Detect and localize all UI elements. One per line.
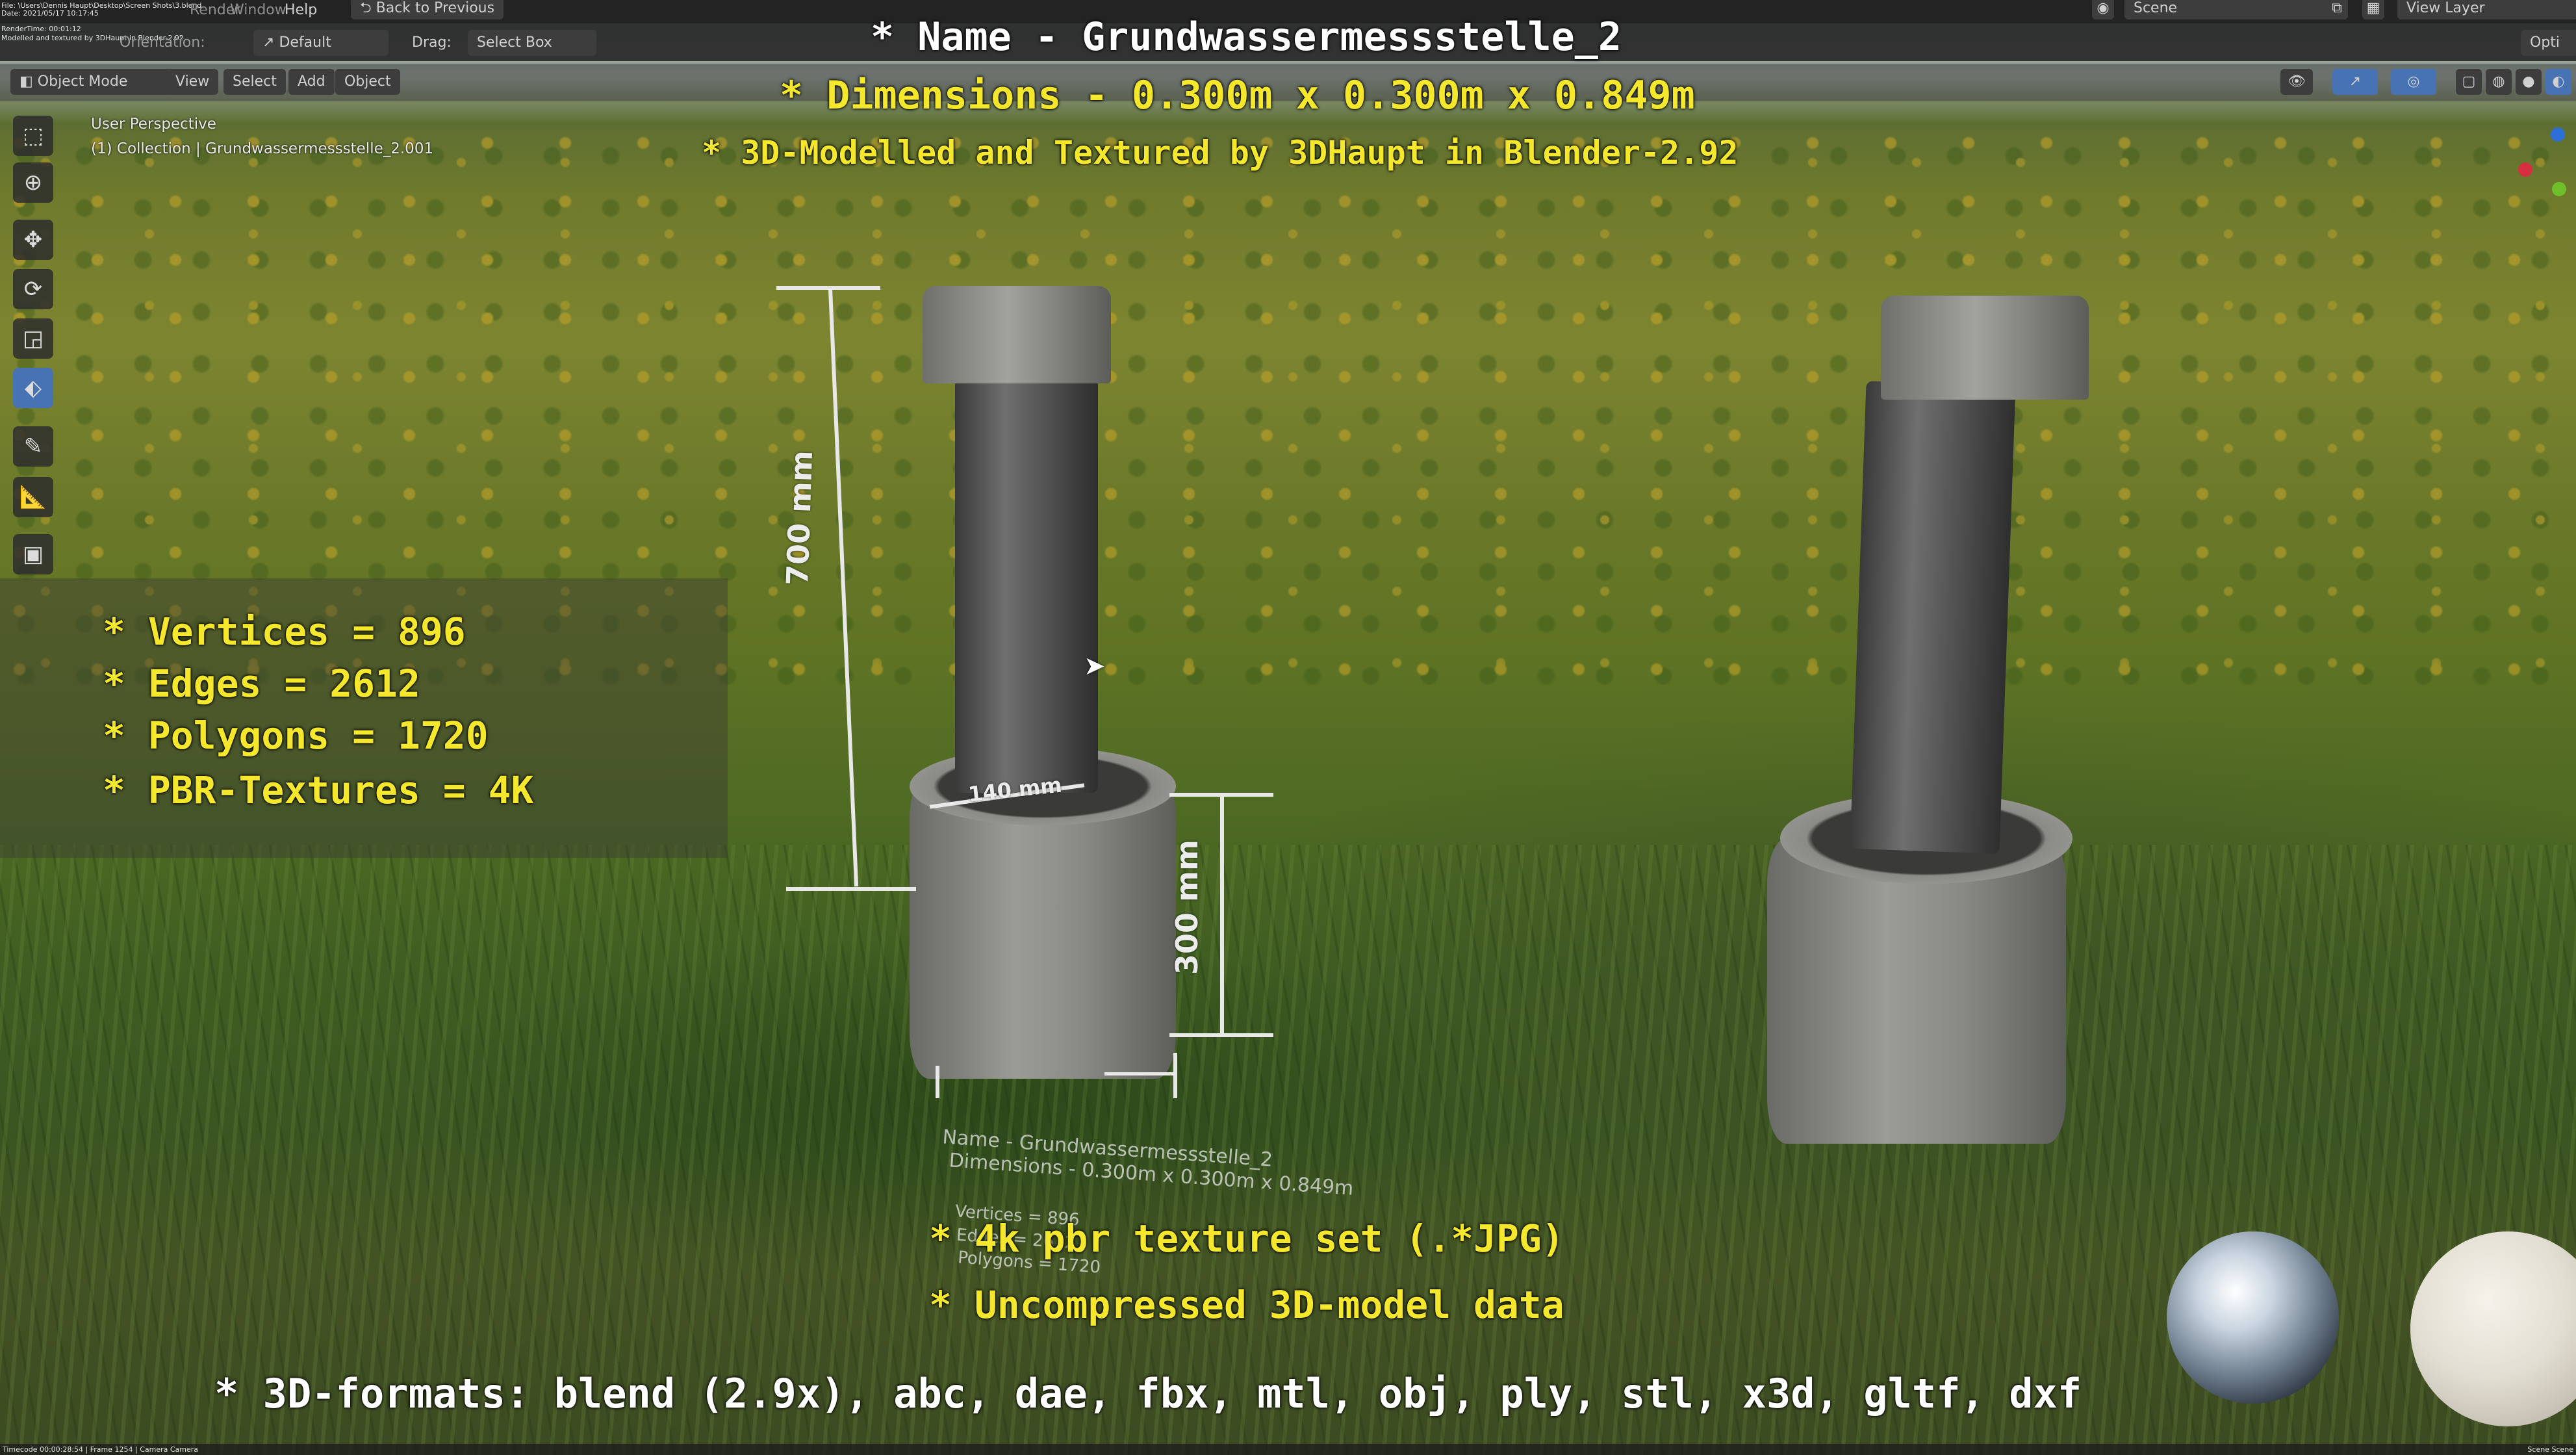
overlay-toggle-icon[interactable]: ◎: [2391, 69, 2436, 95]
view-layer-icon[interactable]: ▦: [2362, 0, 2384, 19]
stats-vertices: * Vertices = 896: [103, 610, 466, 654]
select-box-icon[interactable]: ⬚: [13, 116, 53, 156]
base-height-measure-label: 300 mm: [1169, 840, 1205, 975]
scale-icon[interactable]: ◲: [13, 318, 53, 359]
dimension-tick-foot-right: [1173, 1053, 1177, 1098]
back-to-previous-button[interactable]: ⮌ Back to Previous: [351, 0, 504, 19]
measure-icon[interactable]: 📐: [13, 477, 53, 517]
new-scene-icon[interactable]: ⧉: [2326, 0, 2348, 19]
object-mode-label: Object Mode: [37, 73, 128, 90]
xray-icon[interactable]: ▢: [2456, 69, 2482, 95]
file-info-line-2: Date: 2021/05/17 10:17:45: [1, 9, 99, 18]
rendered-shading-icon[interactable]: ◐: [2545, 69, 2571, 95]
viewport-perspective-label: User Perspective: [91, 116, 216, 133]
overlay-credit-line: * 3D-Modelled and Textured by 3DHaupt in…: [702, 134, 1739, 172]
view-menu[interactable]: View: [166, 69, 219, 95]
overlay-uncompressed-line: * Uncompressed 3D-model data: [929, 1283, 1564, 1327]
orientation-label: Orientation:: [120, 34, 205, 51]
pipe-cap-left[interactable]: [923, 286, 1111, 383]
viewport-collection-label: (1) Collection | Grundwassermessstelle_2…: [91, 140, 434, 157]
x-axis-icon[interactable]: [2518, 162, 2532, 177]
pipe-left[interactable]: [955, 364, 1098, 793]
view-layer-selector[interactable]: View Layer: [2397, 0, 2576, 19]
z-axis-icon[interactable]: [2551, 127, 2565, 142]
options-button[interactable]: Opti: [2521, 30, 2576, 56]
overlay-texture-line: * 4k pbr texture set (.*JPG): [929, 1217, 1564, 1261]
dimension-line-foot: [1104, 1072, 1176, 1075]
concrete-base-right[interactable]: [1767, 838, 2066, 1144]
add-cube-icon[interactable]: ▣: [13, 534, 53, 574]
tool-shelf: ⬚ ⊕ ✥ ⟳ ◲ ⬖ ✎ 📐 ▣: [9, 116, 58, 584]
drag-label: Drag:: [412, 34, 452, 51]
3d-viewport[interactable]: File: \Users\Dennis Haupt\Desktop\Screen…: [0, 0, 2576, 1455]
hdri-preview-sphere: [2167, 1231, 2339, 1404]
drag-dropdown[interactable]: Select Box: [468, 30, 596, 56]
stats-polygons: * Polygons = 1720: [103, 714, 489, 758]
object-mode-dropdown[interactable]: ◧ Object Mode: [10, 69, 172, 95]
overlay-dimensions-line: * Dimensions - 0.300m x 0.300m x 0.849m: [780, 73, 1695, 118]
cursor-icon[interactable]: ⊕: [13, 162, 53, 203]
dimension-tick-foot-left: [936, 1066, 939, 1098]
y-axis-icon[interactable]: [2552, 182, 2566, 196]
orientation-icon: ↗: [262, 34, 279, 51]
add-menu[interactable]: Add: [288, 69, 335, 95]
dimension-tick-base-bottom: [1169, 1033, 1273, 1037]
stats-textures: * PBR-Textures = 4K: [103, 768, 534, 812]
file-info-line-3: RenderTime: 00:01:12: [1, 25, 81, 33]
wireframe-shading-icon[interactable]: ◍: [2486, 69, 2512, 95]
orientation-dropdown[interactable]: ↗ Default: [253, 30, 389, 56]
back-icon: ⮌: [360, 0, 376, 16]
dimension-tick-bottom: [786, 887, 916, 891]
status-scene: Scene Scene: [2527, 1445, 2573, 1454]
select-menu[interactable]: Select: [223, 69, 286, 95]
menu-help[interactable]: Help: [275, 0, 326, 23]
status-timecode: Timecode 00:00:28:54 | Frame 1254 | Came…: [3, 1445, 199, 1454]
rotate-icon[interactable]: ⟳: [13, 269, 53, 309]
navigation-gizmo[interactable]: [2509, 117, 2568, 201]
visibility-icon[interactable]: 👁: [2280, 69, 2313, 95]
solid-shading-icon[interactable]: ●: [2516, 69, 2542, 95]
pipe-right[interactable]: [1850, 381, 2016, 854]
height-measure-label: 700 mm: [780, 450, 820, 586]
move-icon[interactable]: ✥: [13, 220, 53, 260]
gizmo-toggle-icon[interactable]: ↗: [2332, 69, 2378, 95]
stats-edges: * Edges = 2612: [103, 662, 420, 706]
back-to-previous-label: Back to Previous: [376, 0, 495, 16]
pipe-cap-right[interactable]: [1881, 296, 2089, 400]
orientation-value: Default: [279, 34, 331, 51]
transform-icon[interactable]: ⬖: [13, 368, 53, 408]
overlay-name-line: * Name - Grundwassermessstelle_2: [871, 14, 1622, 60]
scene-selector[interactable]: Scene: [2124, 0, 2331, 19]
scene-icon[interactable]: ◉: [2092, 0, 2114, 19]
dimension-line-base: [1220, 794, 1224, 1035]
status-bar: Timecode 00:00:28:54 | Frame 1254 | Came…: [0, 1444, 2576, 1455]
object-mode-icon: ◧: [19, 73, 38, 90]
annotate-icon[interactable]: ✎: [13, 426, 53, 467]
mouse-cursor-icon: ➤: [1084, 651, 1106, 681]
overlay-formats-line: * 3D-formats: blend (2.9x), abc, dae, fb…: [214, 1370, 2082, 1417]
object-menu[interactable]: Object: [335, 69, 400, 95]
